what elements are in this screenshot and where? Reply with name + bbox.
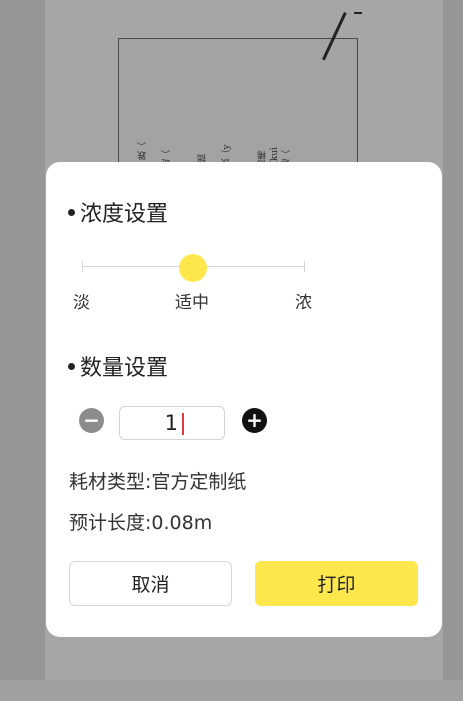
print-settings-modal: 浓度设置 淡 适中 浓 数量设置 − 1 + 耗材类型:官方定制纸 预计长度:0… [46, 162, 442, 637]
level-dark-label[interactable]: 浓 [295, 288, 312, 313]
plus-circle-icon[interactable]: + [242, 408, 267, 433]
cancel-button[interactable]: 取消 [69, 561, 232, 606]
concentration-title: 浓度设置 [68, 196, 168, 228]
text-caret [182, 413, 184, 435]
bullet-icon [68, 208, 75, 216]
level-light-label[interactable]: 淡 [73, 288, 90, 313]
slider-tick-light [82, 261, 83, 272]
concentration-slider-thumb[interactable] [179, 254, 207, 282]
quantity-title-text: 数量设置 [80, 356, 169, 381]
bullet-icon [68, 362, 75, 370]
quantity-title: 数量设置 [68, 350, 168, 382]
quantity-input[interactable]: 1 [119, 406, 225, 440]
concentration-title-text: 浓度设置 [80, 202, 169, 227]
minus-circle-icon[interactable]: − [79, 408, 104, 433]
bottom-bar [0, 680, 463, 701]
material-type: 耗材类型:官方定制纸 [69, 471, 247, 493]
print-button[interactable]: 打印 [255, 561, 418, 606]
quantity-value: 1 [164, 411, 178, 435]
slider-tick-dark [304, 261, 305, 272]
estimated-length: 预计长度:0.08m [69, 512, 213, 534]
pen-mark-tip [354, 12, 362, 14]
level-medium-label[interactable]: 适中 [175, 288, 209, 313]
